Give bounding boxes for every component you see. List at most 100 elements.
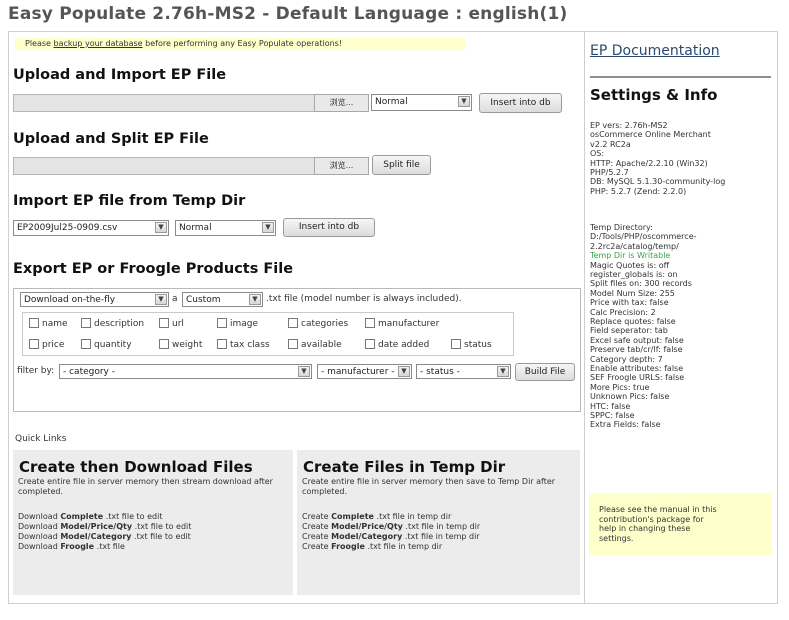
create-froogle-link[interactable]: Create Froogle .txt file in temp dir — [302, 542, 442, 552]
page-title: Easy Populate 2.76h-MS2 - Default Langua… — [8, 4, 568, 24]
info-line: More Pics: true — [590, 382, 650, 392]
download-files-panel: Create then Download Files Create entire… — [13, 450, 293, 595]
info-line: PHP: 5.2.7 (Zend: 2.2.0) — [590, 186, 687, 196]
checkbox-date-added[interactable]: date added — [365, 339, 429, 351]
backup-database-link[interactable]: backup your database — [54, 39, 143, 48]
create-complete-link[interactable]: Create Complete .txt file in temp dir — [302, 512, 451, 522]
split-browse-button[interactable]: 浏览... — [314, 157, 369, 175]
info-line: DB: MySQL 5.1.30-community-log — [590, 177, 726, 187]
download-mode-select[interactable]: Download on-the-fly ▼ — [20, 292, 169, 307]
info-line: HTTP: Apache/2.2.10 (Win32) — [590, 158, 708, 168]
temp-file-value: EP2009Jul25-0909.csv — [17, 223, 118, 233]
info-line: register_globals is: on — [590, 270, 678, 279]
chevron-down-icon: ▼ — [155, 294, 167, 305]
chevron-down-icon: ▼ — [298, 366, 310, 377]
temp-panel-desc: Create entire file in server memory then… — [302, 477, 556, 496]
status-filter-value: - status - — [420, 367, 460, 377]
checkbox-quantity[interactable]: quantity — [81, 339, 132, 351]
upload-import-heading: Upload and Import EP File — [13, 67, 227, 83]
manual-line: help in changing these — [599, 524, 691, 533]
manufacturer-filter-select[interactable]: - manufacturer - ▼ — [317, 364, 412, 379]
insert-into-db-button[interactable]: Insert into db — [479, 93, 562, 113]
info-line: Calc Precision: 2 — [590, 307, 656, 317]
checkbox-icon — [81, 339, 91, 349]
chevron-down-icon: ▼ — [262, 222, 274, 233]
checkbox-description[interactable]: description — [81, 318, 144, 330]
temp-file-select[interactable]: EP2009Jul25-0909.csv ▼ — [13, 220, 169, 236]
download-complete-link[interactable]: Download Complete .txt file to edit — [18, 512, 162, 522]
checkbox-status[interactable]: status — [451, 339, 492, 351]
manual-line: contribution's package for — [599, 514, 704, 524]
split-file-button[interactable]: Split file — [372, 155, 431, 175]
category-filter-select[interactable]: - category - ▼ — [59, 364, 312, 379]
create-model-category-link[interactable]: Create Model/Category .txt file in temp … — [302, 532, 480, 542]
manual-line: Please see the manual in this — [599, 505, 717, 514]
import-mode-value: Normal — [375, 97, 408, 107]
info-line: SPPC: false — [590, 411, 635, 420]
chevron-down-icon: ▼ — [458, 96, 470, 107]
info-line: Price with tax: false — [590, 298, 669, 308]
export-heading: Export EP or Froogle Products File — [13, 261, 294, 277]
temp-dir-status: Temp Dir is Writable — [590, 251, 671, 261]
checkbox-icon — [81, 318, 91, 328]
info-line: Field seperator: tab — [590, 326, 668, 336]
info-line: PHP/5.2.7 — [590, 168, 629, 177]
import-browse-button[interactable]: 浏览... — [314, 94, 369, 112]
temp-insert-into-db-button[interactable]: Insert into db — [283, 218, 375, 237]
checkbox-icon — [365, 318, 375, 328]
download-model-category-link[interactable]: Download Model/Category .txt file to edi… — [18, 532, 191, 542]
info-line: Magic Quotes is: off — [590, 260, 670, 270]
manual-line: settings. — [599, 533, 634, 543]
download-mode-value: Download on-the-fly — [24, 295, 116, 305]
info-line: Enable attributes: false — [590, 364, 684, 373]
checkbox-icon — [288, 339, 298, 349]
backup-notice: Please backup your database before perfo… — [15, 38, 465, 50]
info-line: Excel safe output: false — [590, 335, 684, 345]
checkbox-name[interactable]: name — [29, 318, 68, 330]
info-line: D:/Tools/PHP/oscommerce- — [590, 232, 697, 242]
info-line: Category depth: 7 — [590, 354, 663, 364]
checkbox-icon — [451, 339, 461, 349]
info-line: Split files on: 300 records — [590, 279, 692, 289]
ep-documentation-link[interactable]: EP Documentation — [590, 43, 720, 59]
temp-panel-title: Create Files in Temp Dir — [303, 458, 506, 476]
chevron-down-icon: ▼ — [249, 294, 261, 305]
checkbox-manufacturer[interactable]: manufacturer — [365, 318, 439, 330]
import-file-input[interactable] — [13, 94, 315, 112]
temp-dir-files-panel: Create Files in Temp Dir Create entire f… — [297, 450, 580, 595]
info-line: v2.2 RC2a — [590, 139, 631, 149]
chevron-down-icon: ▼ — [497, 366, 509, 377]
checkbox-available[interactable]: available — [288, 339, 342, 351]
notice-suffix: before performing any Easy Populate oper… — [142, 39, 343, 48]
split-file-input[interactable] — [13, 157, 315, 175]
checkbox-tax-class[interactable]: tax class — [217, 339, 270, 351]
export-type-select[interactable]: Custom ▼ — [182, 292, 263, 307]
quick-links-label: Quick Links — [15, 434, 67, 444]
chevron-down-icon: ▼ — [398, 366, 410, 377]
temp-import-heading: Import EP file from Temp Dir — [13, 193, 246, 209]
checkbox-url[interactable]: url — [159, 318, 184, 330]
create-model-price-qty-link[interactable]: Create Model/Price/Qty .txt file in temp… — [302, 522, 480, 532]
build-file-button[interactable]: Build File — [515, 363, 575, 381]
filter-label: filter by: — [17, 366, 55, 376]
checkbox-icon — [159, 318, 169, 328]
download-panel-title: Create then Download Files — [19, 458, 253, 476]
checkbox-icon — [29, 318, 39, 328]
import-mode-select[interactable]: Normal ▼ — [371, 94, 472, 111]
checkbox-price[interactable]: price — [29, 339, 64, 351]
status-filter-select[interactable]: - status - ▼ — [416, 364, 511, 379]
download-froogle-link[interactable]: Download Froogle .txt file — [18, 542, 125, 552]
export-form: Download on-the-fly ▼ a Custom ▼ .txt file… — [13, 288, 581, 412]
info-line: Replace quotes: false — [590, 317, 676, 326]
checkbox-icon — [29, 339, 39, 349]
category-filter-value: - category - — [63, 367, 115, 377]
download-model-price-qty-link[interactable]: Download Model/Price/Qty .txt file to ed… — [18, 522, 191, 532]
temp-mode-select[interactable]: Normal ▼ — [175, 220, 276, 236]
export-type-value: Custom — [186, 295, 221, 305]
settings-sidebar: EP Documentation Settings & Info EP vers… — [584, 32, 778, 603]
info-line: HTC: false — [590, 401, 631, 411]
checkbox-weight[interactable]: weight — [159, 339, 202, 351]
info-line: Unknown Pics: false — [590, 392, 670, 402]
checkbox-image[interactable]: image — [217, 318, 258, 330]
checkbox-categories[interactable]: categories — [288, 318, 348, 330]
